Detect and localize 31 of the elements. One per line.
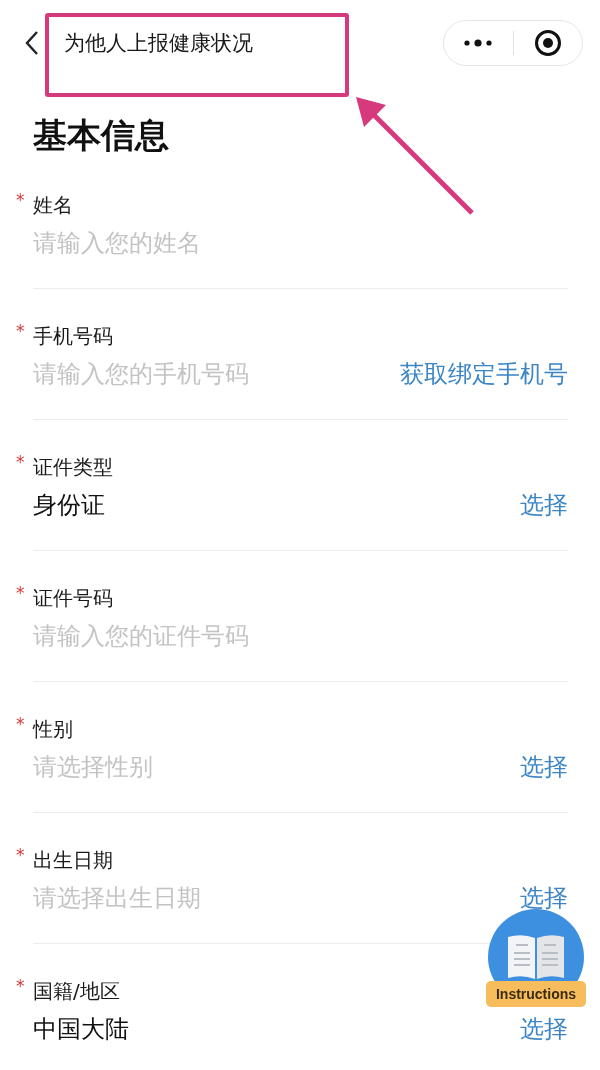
select-link[interactable]: 选择: [520, 753, 568, 781]
field-label: 国籍/地区: [33, 978, 120, 1005]
page-title: 为他人上报健康状况: [64, 29, 253, 57]
section-title: 基本信息: [32, 114, 169, 157]
required-mark: *: [16, 976, 25, 996]
required-mark: *: [16, 714, 25, 734]
select-link[interactable]: 选择: [520, 884, 568, 912]
required-mark: *: [16, 452, 25, 472]
back-icon: [24, 29, 40, 56]
required-mark: *: [16, 845, 25, 865]
field-label: 证件号码: [33, 585, 113, 612]
field-label: 手机号码: [33, 323, 113, 350]
select-link[interactable]: 获取绑定手机号: [400, 360, 568, 388]
input-field[interactable]: 请输入您的证件号码: [33, 618, 363, 654]
circle-dot-icon: [533, 28, 562, 57]
field-value[interactable]: 身份证: [33, 488, 105, 522]
input-field[interactable]: 请选择性别: [33, 749, 363, 785]
required-mark: *: [16, 583, 25, 603]
select-link[interactable]: 选择: [520, 1015, 568, 1043]
select-link[interactable]: 选择: [520, 491, 568, 519]
required-mark: *: [16, 321, 25, 341]
input-field[interactable]: 请输入您的手机号码: [33, 356, 363, 392]
field-label: 姓名: [33, 192, 73, 219]
field-label: 性别: [33, 716, 73, 743]
field-label: 证件类型: [33, 454, 113, 481]
field-value[interactable]: 中国大陆: [33, 1012, 129, 1046]
field-label: 出生日期: [33, 847, 113, 874]
input-field[interactable]: 请选择出生日期: [33, 880, 363, 916]
required-mark: *: [16, 190, 25, 210]
more-icon: [463, 37, 494, 48]
input-field[interactable]: 请输入您的姓名: [33, 225, 363, 261]
